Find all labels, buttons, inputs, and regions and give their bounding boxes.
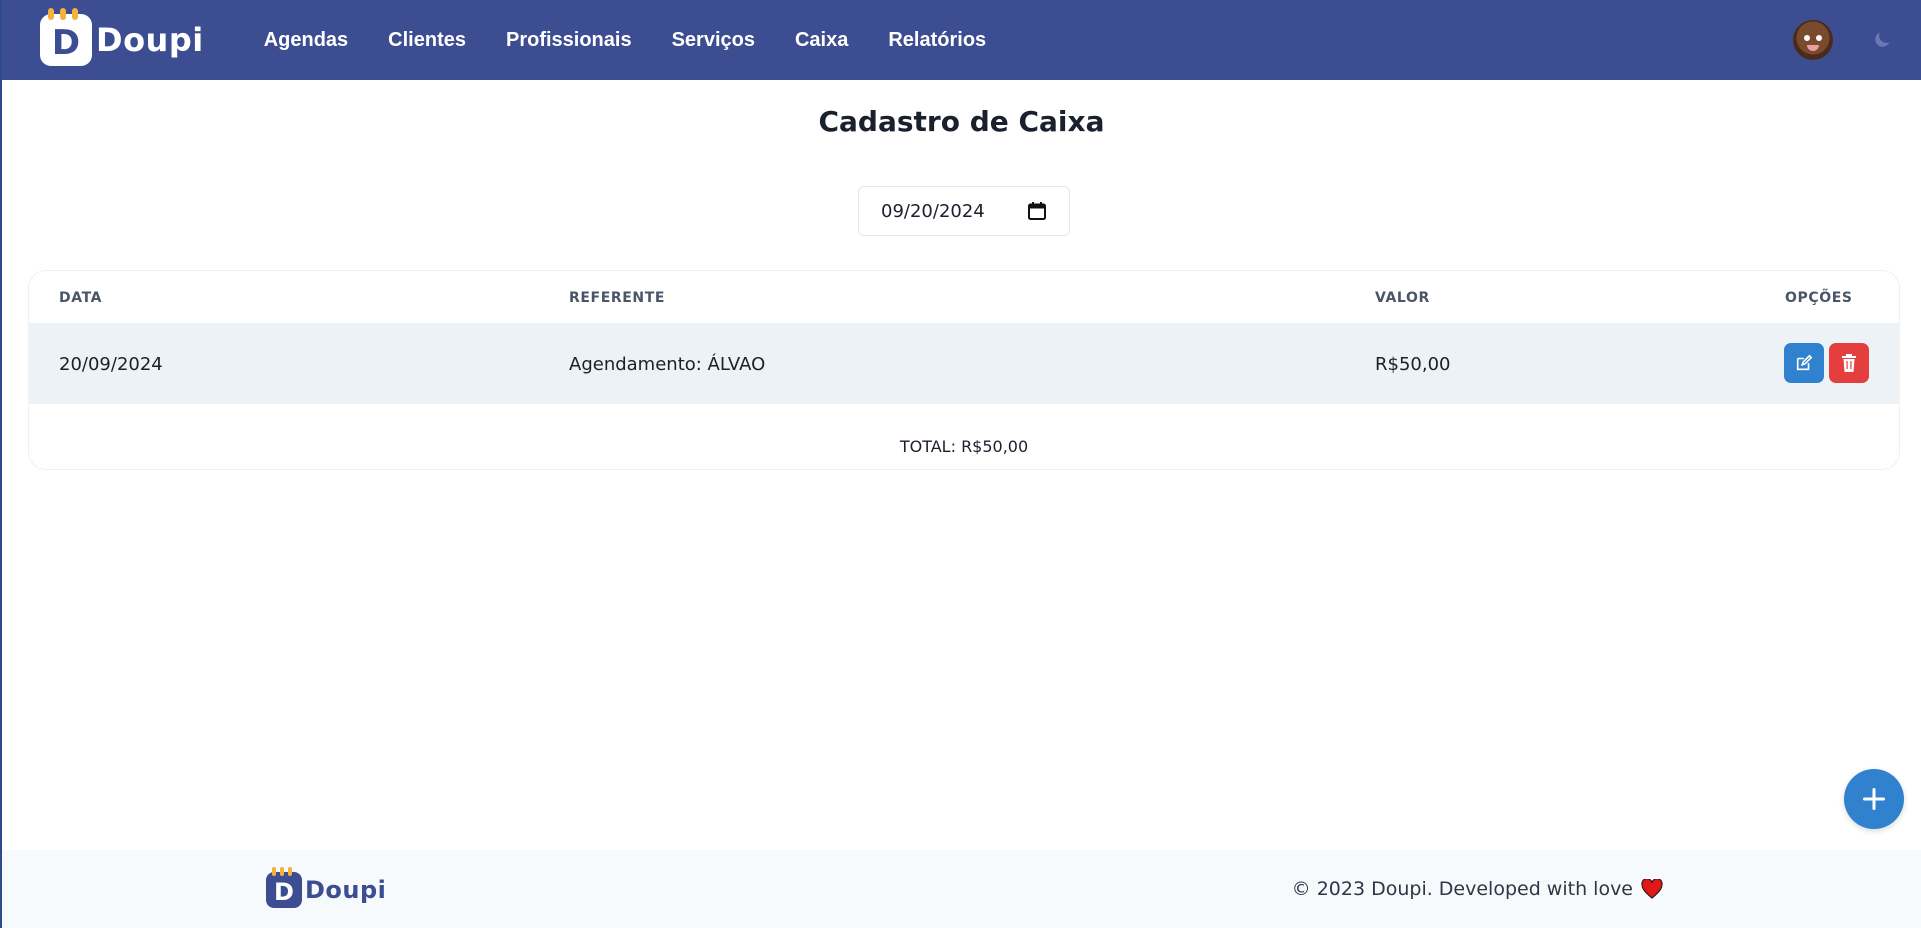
- copyright-text: © 2023 Doupi. Developed with love: [1291, 878, 1633, 900]
- calendar-icon[interactable]: [1027, 201, 1047, 221]
- table-row: 20/09/2024 Agendamento: ÁLVAO R$50,00: [29, 323, 1899, 404]
- nav-link-caixa[interactable]: Caixa: [795, 29, 848, 52]
- top-navbar: D Doupi Agendas Clientes Profissionais S…: [2, 0, 1921, 80]
- footer-brand-logo[interactable]: D Doupi: [266, 867, 387, 908]
- delete-button[interactable]: [1829, 343, 1869, 383]
- copyright-text-wrapper: © 2023 Doupi. Developed with love: [1292, 878, 1663, 900]
- add-entry-button[interactable]: [1844, 769, 1904, 829]
- logo-letter: D: [51, 23, 81, 63]
- column-header-referente: REFERENTE: [569, 290, 666, 306]
- user-avatar[interactable]: [1793, 20, 1833, 60]
- nav-link-clientes[interactable]: Clientes: [388, 29, 466, 52]
- nav-link-profissionais[interactable]: Profissionais: [506, 29, 632, 52]
- cash-table: DATA REFERENTE VALOR OPÇÕES 20/09/2024 A…: [28, 270, 1900, 470]
- nav-link-servicos[interactable]: Serviços: [672, 29, 755, 52]
- column-header-data: DATA: [59, 290, 103, 306]
- moon-icon[interactable]: [1871, 29, 1893, 51]
- calendar-logo-icon: D: [40, 8, 92, 66]
- cell-referente: Agendamento: ÁLVAO: [569, 354, 766, 375]
- cell-valor: R$50,00: [1375, 354, 1451, 375]
- table-total: TOTAL: R$50,00: [899, 437, 1029, 456]
- page-footer: D Doupi © 2023 Doupi. Developed with lov…: [2, 850, 1921, 928]
- nav-link-relatorios[interactable]: Relatórios: [888, 29, 986, 52]
- table-header: DATA REFERENTE VALOR OPÇÕES: [29, 271, 1899, 323]
- date-filter-value: 09/20/2024: [881, 200, 985, 222]
- main-nav: Agendas Clientes Profissionais Serviços …: [244, 29, 1006, 52]
- edit-button[interactable]: [1784, 343, 1824, 383]
- page-title: Cadastro de Caixa: [818, 105, 1105, 138]
- calendar-logo-icon: D: [266, 867, 302, 908]
- trash-icon: [1842, 354, 1856, 372]
- footer-logo-letter: D: [274, 878, 294, 906]
- plus-icon: [1863, 788, 1885, 810]
- edit-icon: [1796, 354, 1813, 371]
- heart-icon: [1641, 879, 1663, 899]
- navbar-actions: [1793, 20, 1893, 60]
- nav-link-agendas[interactable]: Agendas: [264, 29, 348, 52]
- footer-brand-name: Doupi: [305, 876, 387, 904]
- brand-name: Doupi: [96, 21, 204, 59]
- column-header-opcoes: OPÇÕES: [1785, 290, 1853, 306]
- cell-data: 20/09/2024: [59, 354, 163, 375]
- brand-logo-link[interactable]: D Doupi: [40, 8, 204, 66]
- date-filter-input[interactable]: 09/20/2024: [858, 186, 1070, 236]
- column-header-valor: VALOR: [1375, 290, 1430, 306]
